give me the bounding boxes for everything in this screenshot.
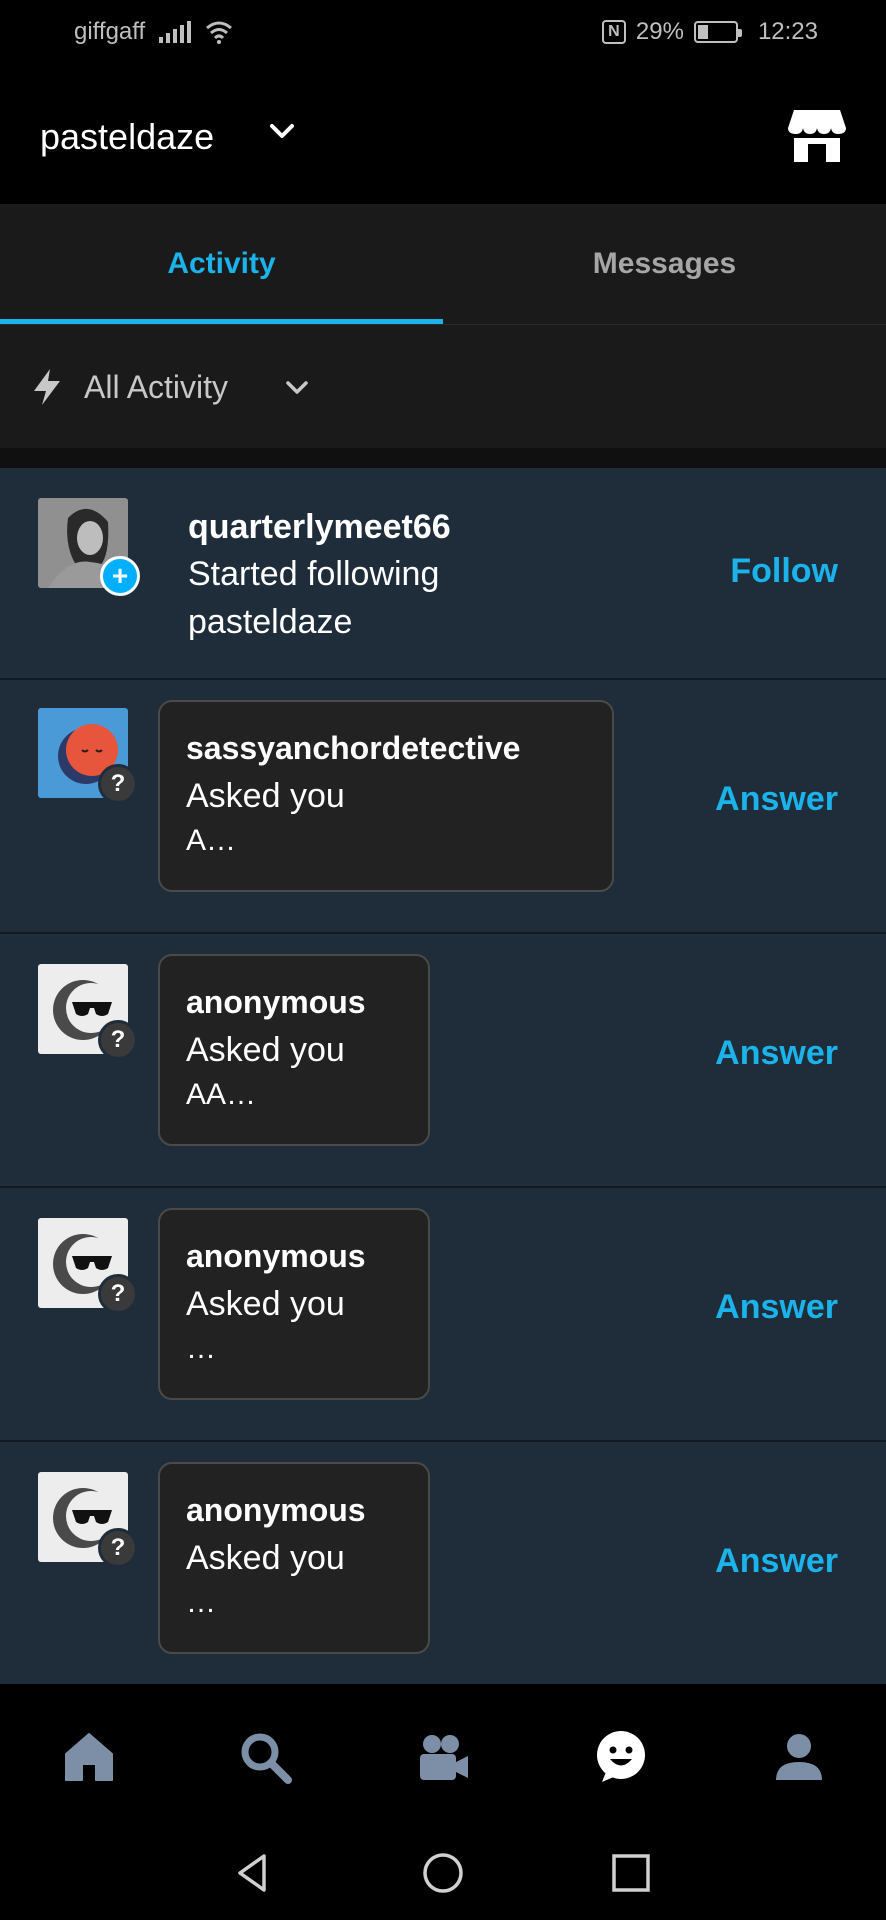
activity-list: + quarterlymeet66 Started following past… — [0, 468, 886, 1684]
chevron-down-icon[interactable] — [264, 114, 300, 150]
activity-description: Asked you — [186, 1539, 345, 1577]
activity-face-icon[interactable] — [592, 1728, 650, 1786]
username: anonymous — [186, 984, 366, 1020]
question-preview: … — [186, 1586, 216, 1619]
username: sassyanchordetective — [186, 730, 521, 766]
list-item[interactable]: ? anonymous Asked you AA… Answer — [0, 934, 886, 1188]
wifi-icon — [206, 21, 233, 44]
question-bubble[interactable]: anonymous Asked you … — [158, 1462, 430, 1654]
answer-button[interactable]: Answer — [715, 1034, 838, 1073]
home-circle-icon[interactable] — [420, 1850, 466, 1896]
answer-button[interactable]: Answer — [715, 1288, 838, 1327]
storefront-icon[interactable] — [786, 104, 848, 166]
activity-filter[interactable]: All Activity — [0, 324, 886, 448]
question-badge-icon: ? — [98, 764, 138, 804]
status-bar: giffgaff N 29% 12:23 — [0, 0, 886, 66]
recents-square-icon[interactable] — [608, 1850, 654, 1896]
answer-button[interactable]: Answer — [715, 1542, 838, 1581]
nfc-icon: N — [601, 20, 626, 44]
question-bubble[interactable]: anonymous Asked you … — [158, 1208, 430, 1400]
follow-button[interactable]: Follow — [730, 552, 838, 591]
question-bubble[interactable]: sassyanchordetective Asked you A… — [158, 700, 614, 892]
top-header: pasteldaze — [0, 66, 886, 204]
chevron-down-icon — [286, 381, 308, 394]
carrier-name: giffgaff — [74, 18, 146, 45]
system-nav-bar — [0, 1824, 886, 1920]
battery-percent: 29% — [635, 18, 684, 45]
list-item[interactable]: ? sassyanchordetective Asked you A… Answ… — [0, 680, 886, 934]
question-preview: AA… — [186, 1078, 257, 1111]
signal-icon — [159, 21, 192, 43]
tab-bar: Activity Messages — [0, 204, 886, 324]
profile-icon[interactable] — [770, 1728, 828, 1786]
list-item[interactable]: ? anonymous Asked you … Answer — [0, 1442, 886, 1684]
answer-button[interactable]: Answer — [715, 780, 838, 819]
username: anonymous — [186, 1492, 366, 1528]
activity-description: Started following pasteldaze — [188, 555, 440, 641]
question-badge-icon: ? — [98, 1528, 138, 1568]
activity-description: Asked you — [186, 1031, 345, 1069]
video-camera-icon[interactable] — [414, 1728, 472, 1786]
username[interactable]: quarterlymeet66 — [188, 504, 548, 550]
home-icon[interactable] — [60, 1728, 118, 1786]
list-item[interactable]: ? anonymous Asked you … Answer — [0, 1188, 886, 1442]
question-preview: A… — [186, 824, 237, 857]
filter-label: All Activity — [84, 369, 229, 405]
username: anonymous — [186, 1238, 366, 1274]
clock: 12:23 — [757, 18, 818, 45]
bottom-nav — [0, 1684, 886, 1824]
lightning-bolt-icon — [34, 369, 60, 405]
search-icon[interactable] — [236, 1728, 294, 1786]
question-badge-icon: ? — [98, 1020, 138, 1060]
battery-icon — [693, 21, 742, 43]
back-icon[interactable] — [230, 1850, 276, 1896]
follow-plus-icon: + — [100, 556, 140, 596]
question-badge-icon: ? — [98, 1274, 138, 1314]
blog-name[interactable]: pasteldaze — [40, 116, 214, 158]
question-bubble[interactable]: anonymous Asked you AA… — [158, 954, 430, 1146]
question-preview: … — [186, 1332, 216, 1365]
divider — [0, 448, 886, 468]
list-item[interactable]: + quarterlymeet66 Started following past… — [0, 468, 886, 680]
activity-description: Asked you — [186, 777, 345, 815]
activity-description: Asked you — [186, 1285, 345, 1323]
tab-messages[interactable]: Messages — [443, 204, 886, 324]
tab-activity[interactable]: Activity — [0, 204, 443, 324]
